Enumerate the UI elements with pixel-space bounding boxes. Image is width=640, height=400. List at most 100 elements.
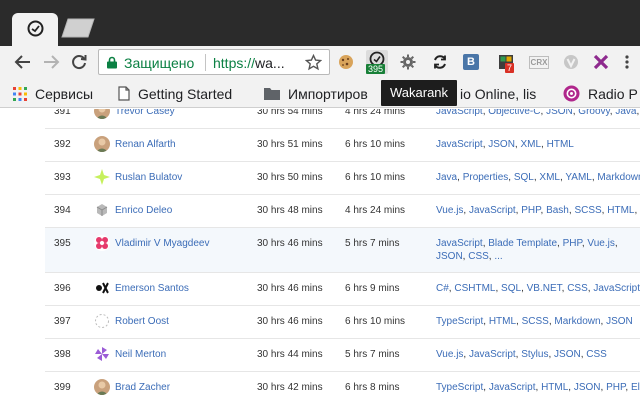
language-link[interactable]: SQL — [514, 172, 534, 183]
language-link[interactable]: CSS — [567, 283, 588, 294]
language-link[interactable]: JSON — [554, 349, 581, 360]
language-link[interactable]: Objective-C — [488, 109, 540, 117]
language-link[interactable]: Bash — [546, 205, 569, 216]
user-name-link[interactable]: Ruslan Bulatov — [115, 172, 182, 183]
user-name-link[interactable]: Brad Zacher — [115, 382, 170, 393]
avatar[interactable] — [94, 346, 110, 362]
language-link[interactable]: JSON — [574, 382, 601, 393]
user-name-link[interactable]: Renan Alfarth — [115, 139, 176, 150]
menu-button[interactable] — [620, 52, 634, 72]
reload-icon — [72, 55, 87, 70]
v-extension-icon[interactable] — [561, 52, 581, 72]
browser-tab-active[interactable] — [12, 13, 58, 46]
language-link[interactable]: CSS — [586, 349, 607, 360]
language-link[interactable]: PHP — [521, 205, 540, 216]
x-extension-icon[interactable] — [591, 52, 611, 72]
language-link[interactable]: Vue.js — [436, 349, 463, 360]
crx-extension-icon[interactable]: CRX — [528, 52, 550, 72]
language-link[interactable]: XML — [520, 139, 541, 150]
avatar[interactable] — [94, 235, 110, 251]
bookmark-radio[interactable]: Radio P — [563, 85, 638, 102]
language-link[interactable]: JSON — [546, 109, 573, 117]
address-bar[interactable]: Защищено https://wa... — [98, 49, 330, 75]
new-tab-button[interactable] — [60, 18, 96, 38]
language-link[interactable]: JavaScript — [489, 382, 536, 393]
language-link[interactable]: HTML — [489, 316, 516, 327]
language-link[interactable]: ... — [494, 251, 502, 262]
avatar[interactable] — [94, 202, 110, 218]
bookmark-online[interactable]: io Online, lis — [460, 85, 536, 102]
language-link[interactable]: SCSS — [574, 205, 601, 216]
avatar[interactable] — [94, 109, 110, 119]
folder-icon — [264, 88, 280, 100]
user-name-link[interactable]: Neil Merton — [115, 349, 166, 360]
bookmark-apps[interactable]: Сервисы — [13, 85, 93, 102]
avatar[interactable] — [94, 313, 110, 329]
languages-cell: Java, Properties, SQL, XML, YAML, Markdo… — [436, 171, 640, 184]
language-link[interactable]: JavaScript — [436, 139, 483, 150]
language-link[interactable]: C# — [436, 283, 449, 294]
language-link[interactable]: YAML — [565, 172, 592, 183]
language-link[interactable]: Vue.js — [587, 238, 614, 249]
language-link[interactable]: TypeScript — [436, 382, 483, 393]
language-link[interactable]: PHP — [563, 238, 582, 249]
user-name-link[interactable]: Emerson Santos — [115, 283, 189, 294]
language-link[interactable]: JSON — [606, 316, 633, 327]
reload-button[interactable] — [67, 50, 91, 74]
language-link[interactable]: HTML — [607, 205, 634, 216]
avatar[interactable] — [94, 379, 110, 395]
languages-cell: Vue.js, JavaScript, PHP, Bash, SCSS, HTM… — [436, 205, 640, 216]
language-link[interactable]: JavaScript — [436, 238, 483, 249]
wakarank-extension-icon[interactable]: 395 — [366, 50, 388, 74]
avatar[interactable] — [94, 136, 110, 152]
calendar-extension-icon[interactable]: 7 — [496, 52, 516, 73]
language-link[interactable]: JSON — [488, 139, 515, 150]
language-link[interactable]: Elm — [631, 382, 640, 393]
language-link[interactable]: JavaScript — [593, 283, 640, 294]
language-link[interactable]: Blade Template — [488, 238, 557, 249]
bookmark-getting-started[interactable]: Getting Started — [118, 85, 232, 102]
crx-label: CRX — [528, 55, 550, 69]
language-link[interactable]: XML — [539, 172, 560, 183]
user-name-link[interactable]: Enrico Deleo — [115, 205, 172, 216]
language-link[interactable]: SQL — [501, 283, 521, 294]
sync-extension-icon[interactable] — [430, 52, 450, 72]
avatar[interactable] — [94, 169, 110, 185]
language-link[interactable]: Groovy — [578, 109, 610, 117]
rank-cell: 396 — [54, 283, 71, 294]
language-link[interactable]: JavaScript — [469, 205, 516, 216]
language-link[interactable]: Stylus — [521, 349, 548, 360]
language-link[interactable]: Markdown — [597, 172, 640, 183]
url-text[interactable]: https://wa... — [213, 55, 285, 71]
bookmark-star-icon[interactable] — [305, 54, 322, 71]
language-link[interactable]: Vue.js — [436, 205, 463, 216]
language-link[interactable]: Java — [615, 109, 636, 117]
language-link[interactable]: HTML — [547, 139, 574, 150]
language-link[interactable]: Java — [436, 172, 457, 183]
user-name-link[interactable]: Trevor Casey — [115, 109, 175, 117]
language-link[interactable]: JavaScript — [436, 109, 483, 117]
language-link[interactable]: TypeScript — [436, 316, 483, 327]
language-link[interactable]: JSON — [436, 251, 463, 262]
gear-extension-icon[interactable] — [398, 52, 418, 72]
language-link[interactable]: JavaScript — [469, 349, 516, 360]
language-link[interactable]: Properties — [463, 172, 509, 183]
language-link[interactable]: HTML — [541, 382, 568, 393]
daily-average-cell: 6 hrs 9 mins — [345, 283, 400, 294]
language-link[interactable]: Markdown — [554, 316, 600, 327]
language-link[interactable]: CSS — [468, 251, 489, 262]
language-link[interactable]: CSHTML — [454, 283, 495, 294]
forward-button[interactable] — [39, 50, 63, 74]
avatar[interactable] — [94, 280, 110, 296]
language-link[interactable]: PHP — [606, 382, 625, 393]
back-button[interactable] — [11, 50, 35, 74]
user-name-link[interactable]: Vladimir V Myagdeev — [115, 238, 209, 249]
language-link[interactable]: SCSS — [522, 316, 549, 327]
language-link[interactable]: VB.NET — [527, 283, 562, 294]
bookmark-apps-label: Сервисы — [35, 85, 94, 102]
cookie-extension-icon[interactable] — [336, 52, 356, 72]
x-logo-icon — [593, 54, 609, 70]
user-name-link[interactable]: Robert Oost — [115, 316, 169, 327]
bookmark-folder-imported[interactable]: Импортиров — [264, 85, 368, 102]
vk-extension-icon[interactable]: B — [461, 52, 481, 72]
